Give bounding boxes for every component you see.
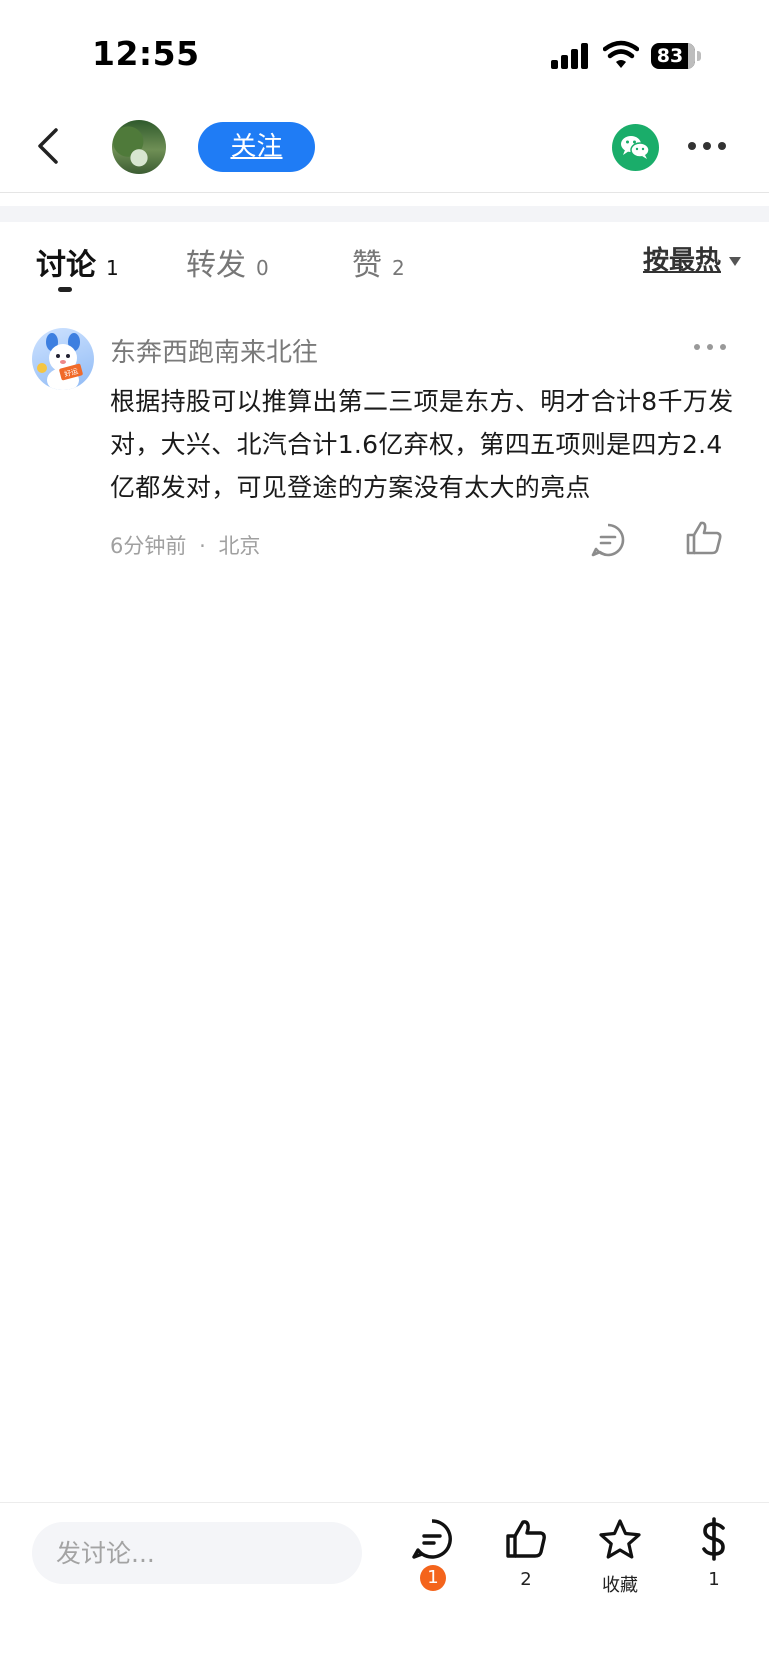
wifi-icon	[603, 40, 639, 68]
bottom-action-bar: 1 2 收藏 1	[0, 1502, 769, 1666]
sort-dropdown[interactable]: 按最热	[643, 240, 741, 277]
reward-button[interactable]: 1	[679, 1517, 749, 1605]
comment-text: 根据持股可以推算出第二三项是东方、明才合计8千万发对，大兴、北汽合计1.6亿弃权…	[110, 387, 734, 502]
sort-label: 按最热	[642, 246, 721, 276]
like-button[interactable]: 2	[491, 1517, 561, 1605]
author-avatar[interactable]	[112, 120, 166, 174]
comment-count-badge: 1	[420, 1565, 446, 1591]
favorite-button[interactable]: 收藏	[585, 1517, 655, 1605]
like-icon[interactable]	[684, 518, 724, 558]
back-button[interactable]	[28, 122, 68, 170]
tab-bar: 讨论 1 转发 0 赞2 按最热	[0, 224, 769, 304]
tab-repost-count: 0	[256, 256, 269, 280]
more-options-button[interactable]	[686, 136, 728, 156]
comment-input[interactable]	[32, 1522, 362, 1584]
comments-button[interactable]: 1	[397, 1517, 467, 1605]
wechat-share-button[interactable]	[612, 124, 659, 171]
signal-icon	[551, 43, 591, 69]
dollar-icon	[702, 1517, 725, 1561]
reply-icon[interactable]	[590, 522, 626, 558]
comment-item: 好运 东奔西跑南来北往 根据持股可以推算出第二三项是东方、明才合计8千万发对，大…	[0, 320, 769, 570]
meta-separator: ·	[199, 534, 206, 558]
like-count: 2	[520, 1569, 532, 1590]
mascot-avatar-image: 好运	[37, 333, 83, 390]
wechat-icon	[621, 136, 650, 159]
thumbs-up-icon	[506, 1520, 546, 1558]
tab-likes[interactable]: 赞2	[352, 240, 405, 284]
nav-bar: 关注	[0, 100, 769, 193]
battery-icon: 83	[651, 43, 701, 69]
favorite-label: 收藏	[602, 1575, 638, 1596]
tab-discussion-label: 讨论	[36, 248, 96, 283]
commenter-username[interactable]: 东奔西跑南来北往	[110, 332, 318, 369]
comment-time: 6分钟前	[110, 534, 187, 558]
commenter-avatar[interactable]: 好运	[32, 328, 94, 390]
caret-down-icon	[729, 257, 741, 266]
tab-likes-label: 赞	[352, 248, 382, 283]
tab-repost-label: 转发	[186, 248, 246, 283]
status-time: 12:55	[92, 34, 200, 73]
comment-bubble-icon	[412, 1519, 452, 1559]
reward-count: 1	[708, 1569, 720, 1590]
tab-discussion-count: 1	[106, 256, 119, 280]
comment-location: 北京	[218, 534, 261, 558]
follow-button[interactable]: 关注	[198, 122, 315, 172]
battery-level: 83	[656, 45, 684, 67]
comment-meta: 6分钟前 · 北京	[110, 530, 260, 560]
tab-likes-count: 2	[392, 256, 405, 280]
status-bar: 12:55 83	[0, 0, 769, 100]
star-icon	[599, 1519, 641, 1559]
section-divider	[0, 206, 769, 222]
comment-more-button[interactable]	[694, 342, 728, 354]
tab-repost[interactable]: 转发 0	[186, 240, 269, 284]
tab-discussion[interactable]: 讨论 1	[36, 240, 119, 284]
active-tab-indicator	[58, 287, 72, 292]
